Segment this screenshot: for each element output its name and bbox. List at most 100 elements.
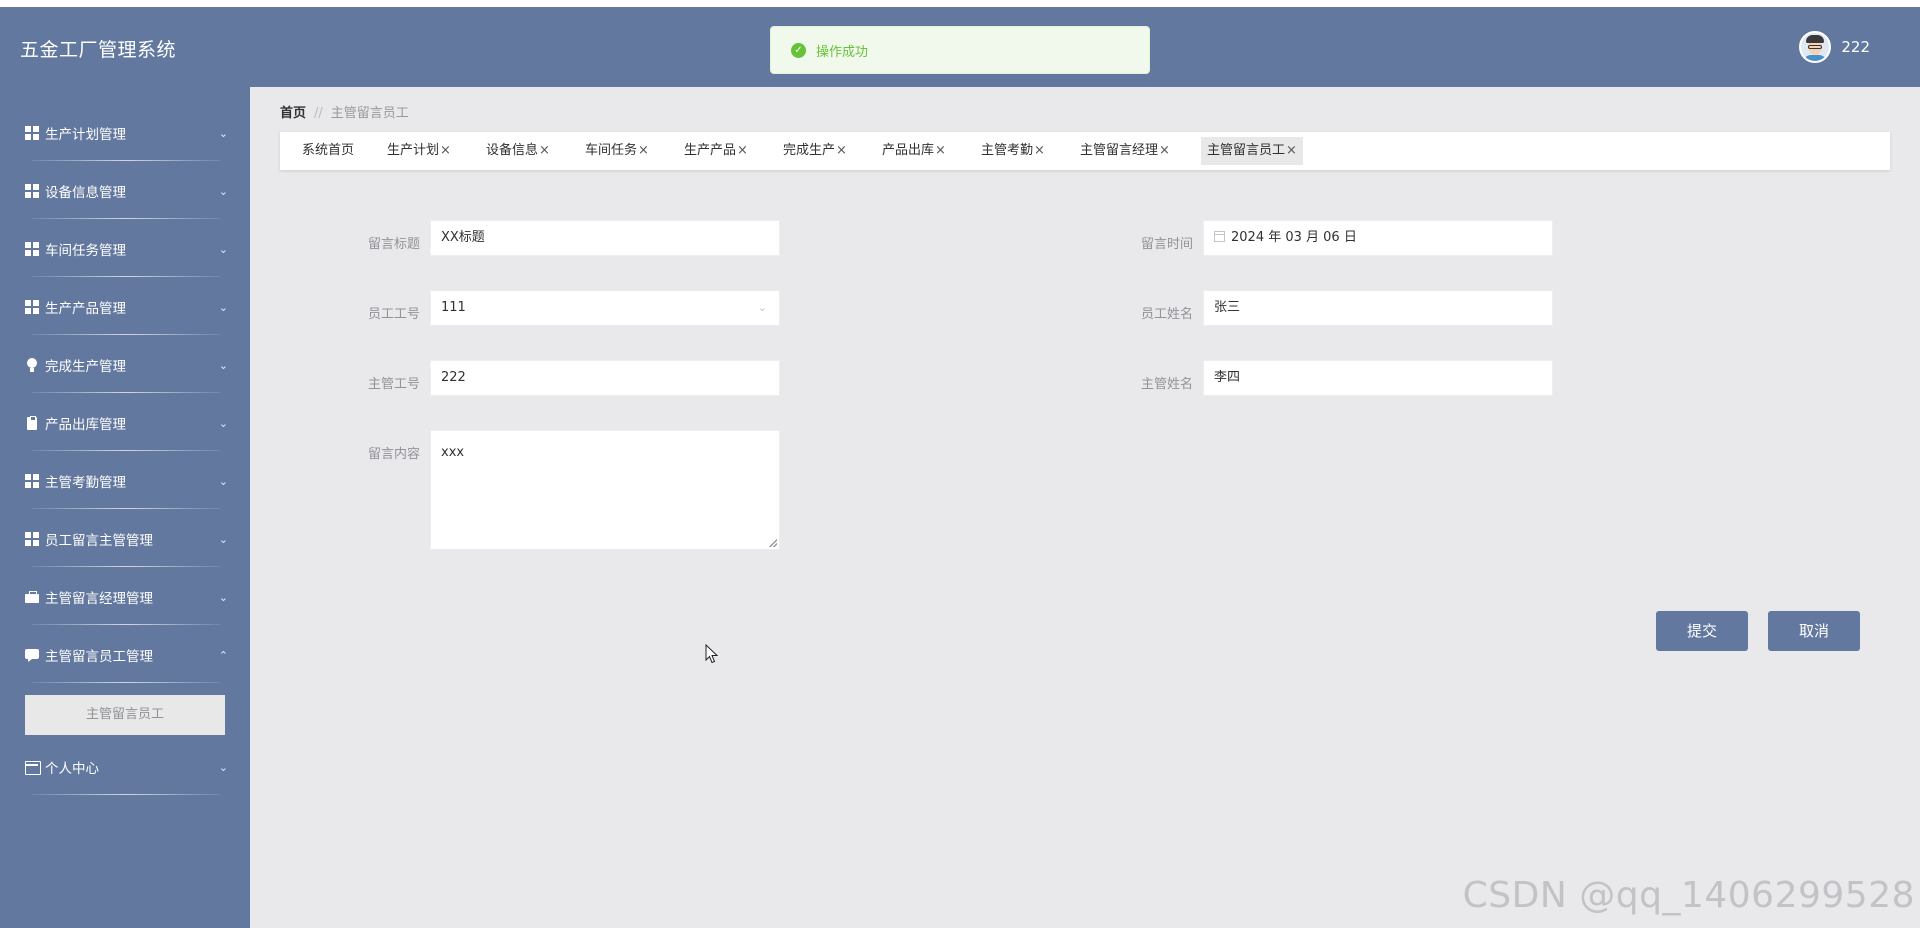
- title-input[interactable]: XX标题: [430, 220, 780, 256]
- sidebar-item-label: 完成生产管理: [45, 359, 126, 375]
- chevron-down-icon: ⌄: [218, 760, 228, 774]
- sidebar-item-production-plan[interactable]: 生产计划管理 ⌄: [0, 103, 250, 161]
- chevron-down-icon: ⌄: [218, 300, 228, 314]
- tab-manager-attendance[interactable]: 主管考勤×: [975, 137, 1051, 165]
- tab-label: 主管留言员工: [1207, 143, 1286, 158]
- sidebar-item-product-outbound[interactable]: 产品出库管理 ⌄: [0, 393, 250, 451]
- close-icon[interactable]: ×: [638, 143, 649, 158]
- close-icon[interactable]: ×: [1159, 143, 1170, 158]
- tab-manager-msg-director[interactable]: 主管留言经理×: [1074, 137, 1176, 165]
- divider: [32, 794, 220, 795]
- tab-label: 系统首页: [302, 143, 355, 158]
- employee-name-label: 员工姓名: [1140, 307, 1193, 322]
- user-menu[interactable]: 222: [1799, 31, 1870, 63]
- tab-label: 生产计划: [387, 143, 440, 158]
- date-picker[interactable]: 2024 年 03 月 06 日: [1203, 220, 1553, 256]
- sidebar-item-personal-center[interactable]: 个人中心 ⌄: [0, 737, 250, 795]
- employee-id-select[interactable]: 111 ⌄: [430, 290, 780, 326]
- chevron-down-icon: ⌄: [218, 416, 228, 430]
- close-icon[interactable]: ×: [1286, 143, 1297, 158]
- app-title: 五金工厂管理系统: [20, 39, 177, 61]
- submit-button[interactable]: 提交: [1656, 611, 1748, 651]
- content-value: xxx: [441, 445, 465, 460]
- sidebar-item-label: 员工留言主管管理: [45, 533, 153, 549]
- calendar-icon: [1214, 231, 1225, 242]
- sidebar-item-label: 生产计划管理: [45, 127, 126, 143]
- sidebar-item-manager-msg-employee[interactable]: 主管留言员工管理 ⌃: [0, 625, 250, 683]
- avatar[interactable]: [1799, 31, 1832, 63]
- close-icon[interactable]: ×: [1034, 143, 1045, 158]
- sidebar-item-label: 设备信息管理: [45, 185, 126, 201]
- sidebar-item-employee-msg-manager[interactable]: 员工留言主管管理 ⌄: [0, 509, 250, 567]
- close-icon[interactable]: ×: [539, 143, 550, 158]
- grid-icon: [25, 242, 39, 256]
- tab-label: 主管考勤: [981, 143, 1034, 158]
- tab-label: 主管留言经理: [1080, 143, 1159, 158]
- tab-completed-production[interactable]: 完成生产×: [777, 137, 853, 165]
- chevron-down-icon: ⌄: [757, 301, 767, 314]
- watermark: CSDN @qq_1406299528: [1462, 875, 1915, 916]
- tab-product-outbound[interactable]: 产品出库×: [876, 137, 952, 165]
- chevron-up-icon: ⌃: [218, 648, 228, 662]
- chevron-down-icon: ⌄: [218, 532, 228, 546]
- chevron-down-icon: ⌄: [218, 242, 228, 256]
- briefcase-icon: [25, 590, 39, 604]
- sidebar-item-manager-attendance[interactable]: 主管考勤管理 ⌄: [0, 451, 250, 509]
- sidebar-item-label: 车间任务管理: [45, 243, 126, 259]
- bulb-icon: [25, 358, 39, 372]
- tab-production-product[interactable]: 生产产品×: [678, 137, 754, 165]
- grid-icon: [25, 300, 39, 314]
- breadcrumb-current: 主管留言员工: [330, 106, 409, 121]
- resize-handle[interactable]: [769, 539, 777, 547]
- close-icon[interactable]: ×: [935, 143, 946, 158]
- user-name[interactable]: 222: [1841, 38, 1870, 56]
- toast-message: 操作成功: [816, 44, 869, 60]
- chevron-down-icon: ⌄: [218, 184, 228, 198]
- tab-label: 生产产品: [684, 143, 737, 158]
- cancel-button[interactable]: 取消: [1768, 611, 1860, 651]
- chat-icon: [25, 648, 39, 662]
- chevron-down-icon: ⌄: [218, 590, 228, 604]
- tab-workshop-task[interactable]: 车间任务×: [579, 137, 655, 165]
- id-card-icon: [25, 760, 41, 775]
- manager-name-label: 主管姓名: [1140, 377, 1193, 392]
- grid-icon: [25, 474, 39, 488]
- manager-id-input[interactable]: 222: [430, 360, 780, 396]
- sidebar-item-label: 产品出库管理: [45, 417, 126, 433]
- employee-id-value: 111: [441, 300, 466, 315]
- sidebar-item-equipment-info[interactable]: 设备信息管理 ⌄: [0, 161, 250, 219]
- submenu-item-manager-msg-employee[interactable]: 主管留言员工: [25, 695, 225, 735]
- sidebar-item-label: 主管留言经理管理: [45, 591, 153, 607]
- close-icon[interactable]: ×: [440, 143, 451, 158]
- manager-name-input[interactable]: 李四: [1203, 360, 1553, 396]
- content-label: 留言内容: [367, 447, 420, 462]
- tags-bar: 系统首页 生产计划× 设备信息× 车间任务× 生产产品× 完成生产× 产品出库×…: [280, 132, 1890, 170]
- chevron-down-icon: ⌄: [218, 474, 228, 488]
- app-frame: 五金工厂管理系统 222 ✓ 操作成功 生产计划管理 ⌄ 设备信息管理 ⌄ 车间任务…: [0, 7, 1920, 928]
- sidebar-item-workshop-task[interactable]: 车间任务管理 ⌄: [0, 219, 250, 277]
- tab-production-plan[interactable]: 生产计划×: [381, 137, 457, 165]
- check-circle-icon: ✓: [791, 42, 806, 58]
- sidebar-item-manager-msg-director[interactable]: 主管留言经理管理 ⌄: [0, 567, 250, 625]
- sidebar-item-completed-production[interactable]: 完成生产管理 ⌄: [0, 335, 250, 393]
- tab-manager-msg-employee[interactable]: 主管留言员工×: [1201, 137, 1303, 165]
- grid-icon: [25, 184, 39, 198]
- tab-system-home[interactable]: 系统首页: [296, 137, 360, 165]
- breadcrumb-separator: //: [314, 106, 323, 121]
- divider: [32, 682, 220, 683]
- content-textarea[interactable]: xxx: [430, 430, 780, 550]
- tab-equipment-info[interactable]: 设备信息×: [480, 137, 556, 165]
- breadcrumb: 首页 // 主管留言员工: [280, 102, 409, 121]
- close-icon[interactable]: ×: [836, 143, 847, 158]
- tab-label: 产品出库: [882, 143, 935, 158]
- employee-name-input[interactable]: 张三: [1203, 290, 1553, 326]
- tab-label: 完成生产: [783, 143, 836, 158]
- manager-id-label: 主管工号: [367, 377, 420, 392]
- sidebar-item-label: 生产产品管理: [45, 301, 126, 317]
- sidebar-item-label: 主管留言员工管理: [45, 649, 153, 665]
- sidebar-item-production-product[interactable]: 生产产品管理 ⌄: [0, 277, 250, 335]
- grid-icon: [25, 126, 39, 140]
- breadcrumb-home[interactable]: 首页: [280, 106, 306, 121]
- chevron-down-icon: ⌄: [218, 358, 228, 372]
- close-icon[interactable]: ×: [737, 143, 748, 158]
